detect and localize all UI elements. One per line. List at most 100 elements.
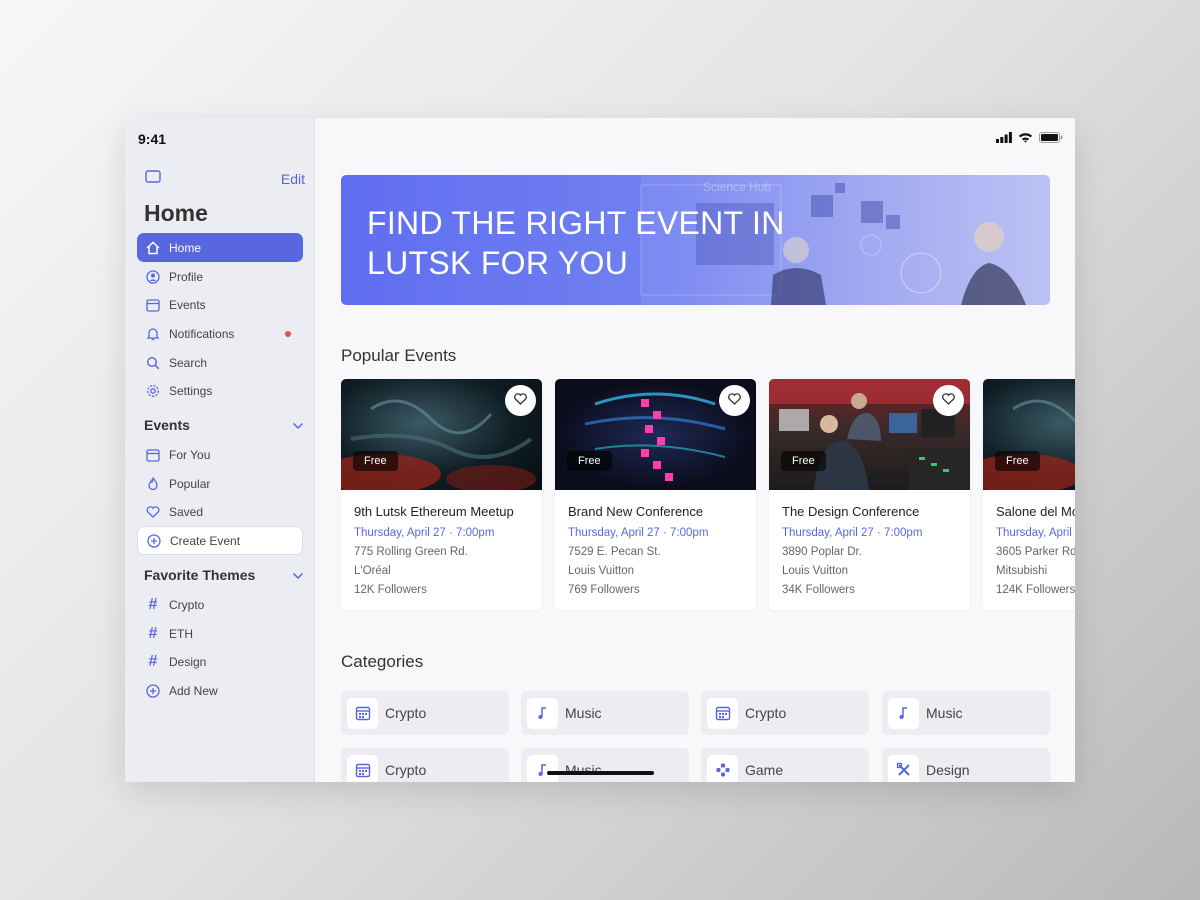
sidebar-item-search[interactable]: Search xyxy=(137,348,303,377)
event-followers: 124K Followers xyxy=(996,584,1075,596)
status-time: 9:41 xyxy=(138,131,167,147)
favorite-button[interactable] xyxy=(505,385,536,416)
event-card[interactable]: Free 9th Lutsk Ethereum Meetup Thursday,… xyxy=(341,379,542,610)
calendar-icon xyxy=(145,447,161,463)
sidebar-item-label: Notifications xyxy=(169,326,235,341)
event-image: Free xyxy=(769,379,970,490)
event-image: Free xyxy=(555,379,756,490)
category-design[interactable]: Design xyxy=(882,748,1050,782)
bell-icon xyxy=(145,326,161,342)
category-music[interactable]: Music xyxy=(521,691,689,735)
sidebar-item-for-you[interactable]: For You xyxy=(137,440,303,469)
sidebar-toolbar: Edit xyxy=(145,170,305,188)
sidebar-item-events[interactable]: Events xyxy=(137,290,303,319)
event-organizer: Louis Vuitton xyxy=(782,565,849,577)
event-address: 3890 Poplar Dr. xyxy=(782,546,862,558)
theme-item-design[interactable]: # Design xyxy=(137,647,303,676)
event-title: The Design Conference xyxy=(782,504,920,519)
banner-line-2: LUTSK FOR YOU xyxy=(367,245,629,281)
chevron-down-icon[interactable] xyxy=(292,567,304,583)
flame-icon xyxy=(145,476,161,492)
favorite-button[interactable] xyxy=(933,385,964,416)
category-music[interactable]: Music xyxy=(882,691,1050,735)
section-title: Events xyxy=(144,417,190,433)
sidebar-item-notifications[interactable]: Notifications xyxy=(137,319,303,348)
design-tools-icon xyxy=(888,754,919,782)
sidebar-item-label: Saved xyxy=(169,504,204,519)
sidebar-item-saved[interactable]: Saved xyxy=(137,497,303,526)
category-label: Game xyxy=(745,762,784,778)
plus-circle-icon xyxy=(145,683,161,699)
event-date: Thursday, April 2 xyxy=(996,527,1075,539)
home-indicator[interactable] xyxy=(547,771,654,775)
hash-icon: # xyxy=(148,624,158,642)
hash-icon: # xyxy=(148,595,158,613)
event-address: 7529 E. Pecan St. xyxy=(568,546,661,558)
sidebar-item-label: Add New xyxy=(169,683,218,698)
user-circle-icon xyxy=(145,269,161,285)
banner-line-1: FIND THE RIGHT EVENT IN xyxy=(367,205,785,241)
event-title: Brand New Conference xyxy=(568,504,704,519)
event-card[interactable]: Free Salone del Mo Thursday, April 2 360… xyxy=(983,379,1075,610)
heart-icon xyxy=(942,392,955,410)
event-address: 775 Rolling Green Rd. xyxy=(354,546,468,558)
add-theme-button[interactable]: Add New xyxy=(137,676,303,705)
ipad-screen: 9:41 Edit Home Home Profile Events Notif… xyxy=(125,118,1075,782)
event-followers: 34K Followers xyxy=(782,584,855,596)
heart-icon xyxy=(514,392,527,410)
event-card[interactable]: Free Brand New Conference Thursday, Apri… xyxy=(555,379,756,610)
category-music[interactable]: Music xyxy=(521,748,689,782)
event-image: Free xyxy=(341,379,542,490)
sidebar-item-popular[interactable]: Popular xyxy=(137,469,303,498)
sidebar: 9:41 Edit Home Home Profile Events Notif… xyxy=(125,118,315,782)
price-badge: Free xyxy=(781,451,826,471)
heart-icon xyxy=(145,504,161,520)
search-icon xyxy=(145,355,161,371)
category-crypto[interactable]: Crypto xyxy=(341,691,509,735)
category-crypto[interactable]: Crypto xyxy=(701,691,869,735)
popular-events-title: Popular Events xyxy=(341,346,457,365)
sidebar-item-profile[interactable]: Profile xyxy=(137,262,303,291)
calendar-icon xyxy=(347,754,378,782)
price-badge: Free xyxy=(995,451,1040,471)
favorite-button[interactable] xyxy=(719,385,750,416)
sidebar-item-label: ETH xyxy=(169,626,193,641)
event-date: Thursday, April 27 · 7:00pm xyxy=(354,527,495,539)
hash-icon: # xyxy=(148,652,158,670)
sidebar-item-label: Events xyxy=(169,297,206,312)
category-game[interactable]: Game xyxy=(701,748,869,782)
category-label: Crypto xyxy=(385,762,427,778)
event-title: 9th Lutsk Ethereum Meetup xyxy=(354,504,514,519)
notification-badge xyxy=(285,331,291,337)
edit-button[interactable]: Edit xyxy=(281,171,305,187)
category-label: Crypto xyxy=(745,705,787,721)
sidebar-item-home[interactable]: Home xyxy=(137,233,303,262)
sidebar-item-label: Home xyxy=(169,240,202,255)
main-content: Science Hub FIND THE RIGHT EVENT IN LUTS… xyxy=(315,118,1075,782)
calendar-icon xyxy=(707,697,738,729)
themes-section-header[interactable]: Favorite Themes xyxy=(144,567,304,583)
sidebar-title: Home xyxy=(144,200,208,226)
section-title: Favorite Themes xyxy=(144,567,256,583)
plus-circle-icon xyxy=(146,533,162,549)
event-title: Salone del Mo xyxy=(996,504,1075,519)
category-label: Crypto xyxy=(385,705,427,721)
event-organizer: Louis Vuitton xyxy=(568,565,635,577)
event-card[interactable]: Free The Design Conference Thursday, Apr… xyxy=(769,379,970,610)
events-section-header[interactable]: Events xyxy=(144,417,304,433)
create-event-button[interactable]: Create Event xyxy=(137,526,303,555)
music-note-icon xyxy=(888,697,919,729)
category-crypto[interactable]: Crypto xyxy=(341,748,509,782)
theme-item-eth[interactable]: # ETH xyxy=(137,619,303,648)
sidebar-item-settings[interactable]: Settings xyxy=(137,376,303,405)
price-badge: Free xyxy=(353,451,398,471)
hero-banner[interactable]: Science Hub FIND THE RIGHT EVENT IN LUTS… xyxy=(341,175,1050,305)
home-icon xyxy=(145,240,161,256)
event-date: Thursday, April 27 · 7:00pm xyxy=(568,527,709,539)
chevron-down-icon[interactable] xyxy=(292,417,304,433)
heart-icon xyxy=(728,392,741,410)
event-date: Thursday, April 27 · 7:00pm xyxy=(782,527,923,539)
category-label: Music xyxy=(565,705,602,721)
theme-item-crypto[interactable]: # Crypto xyxy=(137,590,303,619)
sidebar-toggle-icon[interactable] xyxy=(145,170,161,188)
